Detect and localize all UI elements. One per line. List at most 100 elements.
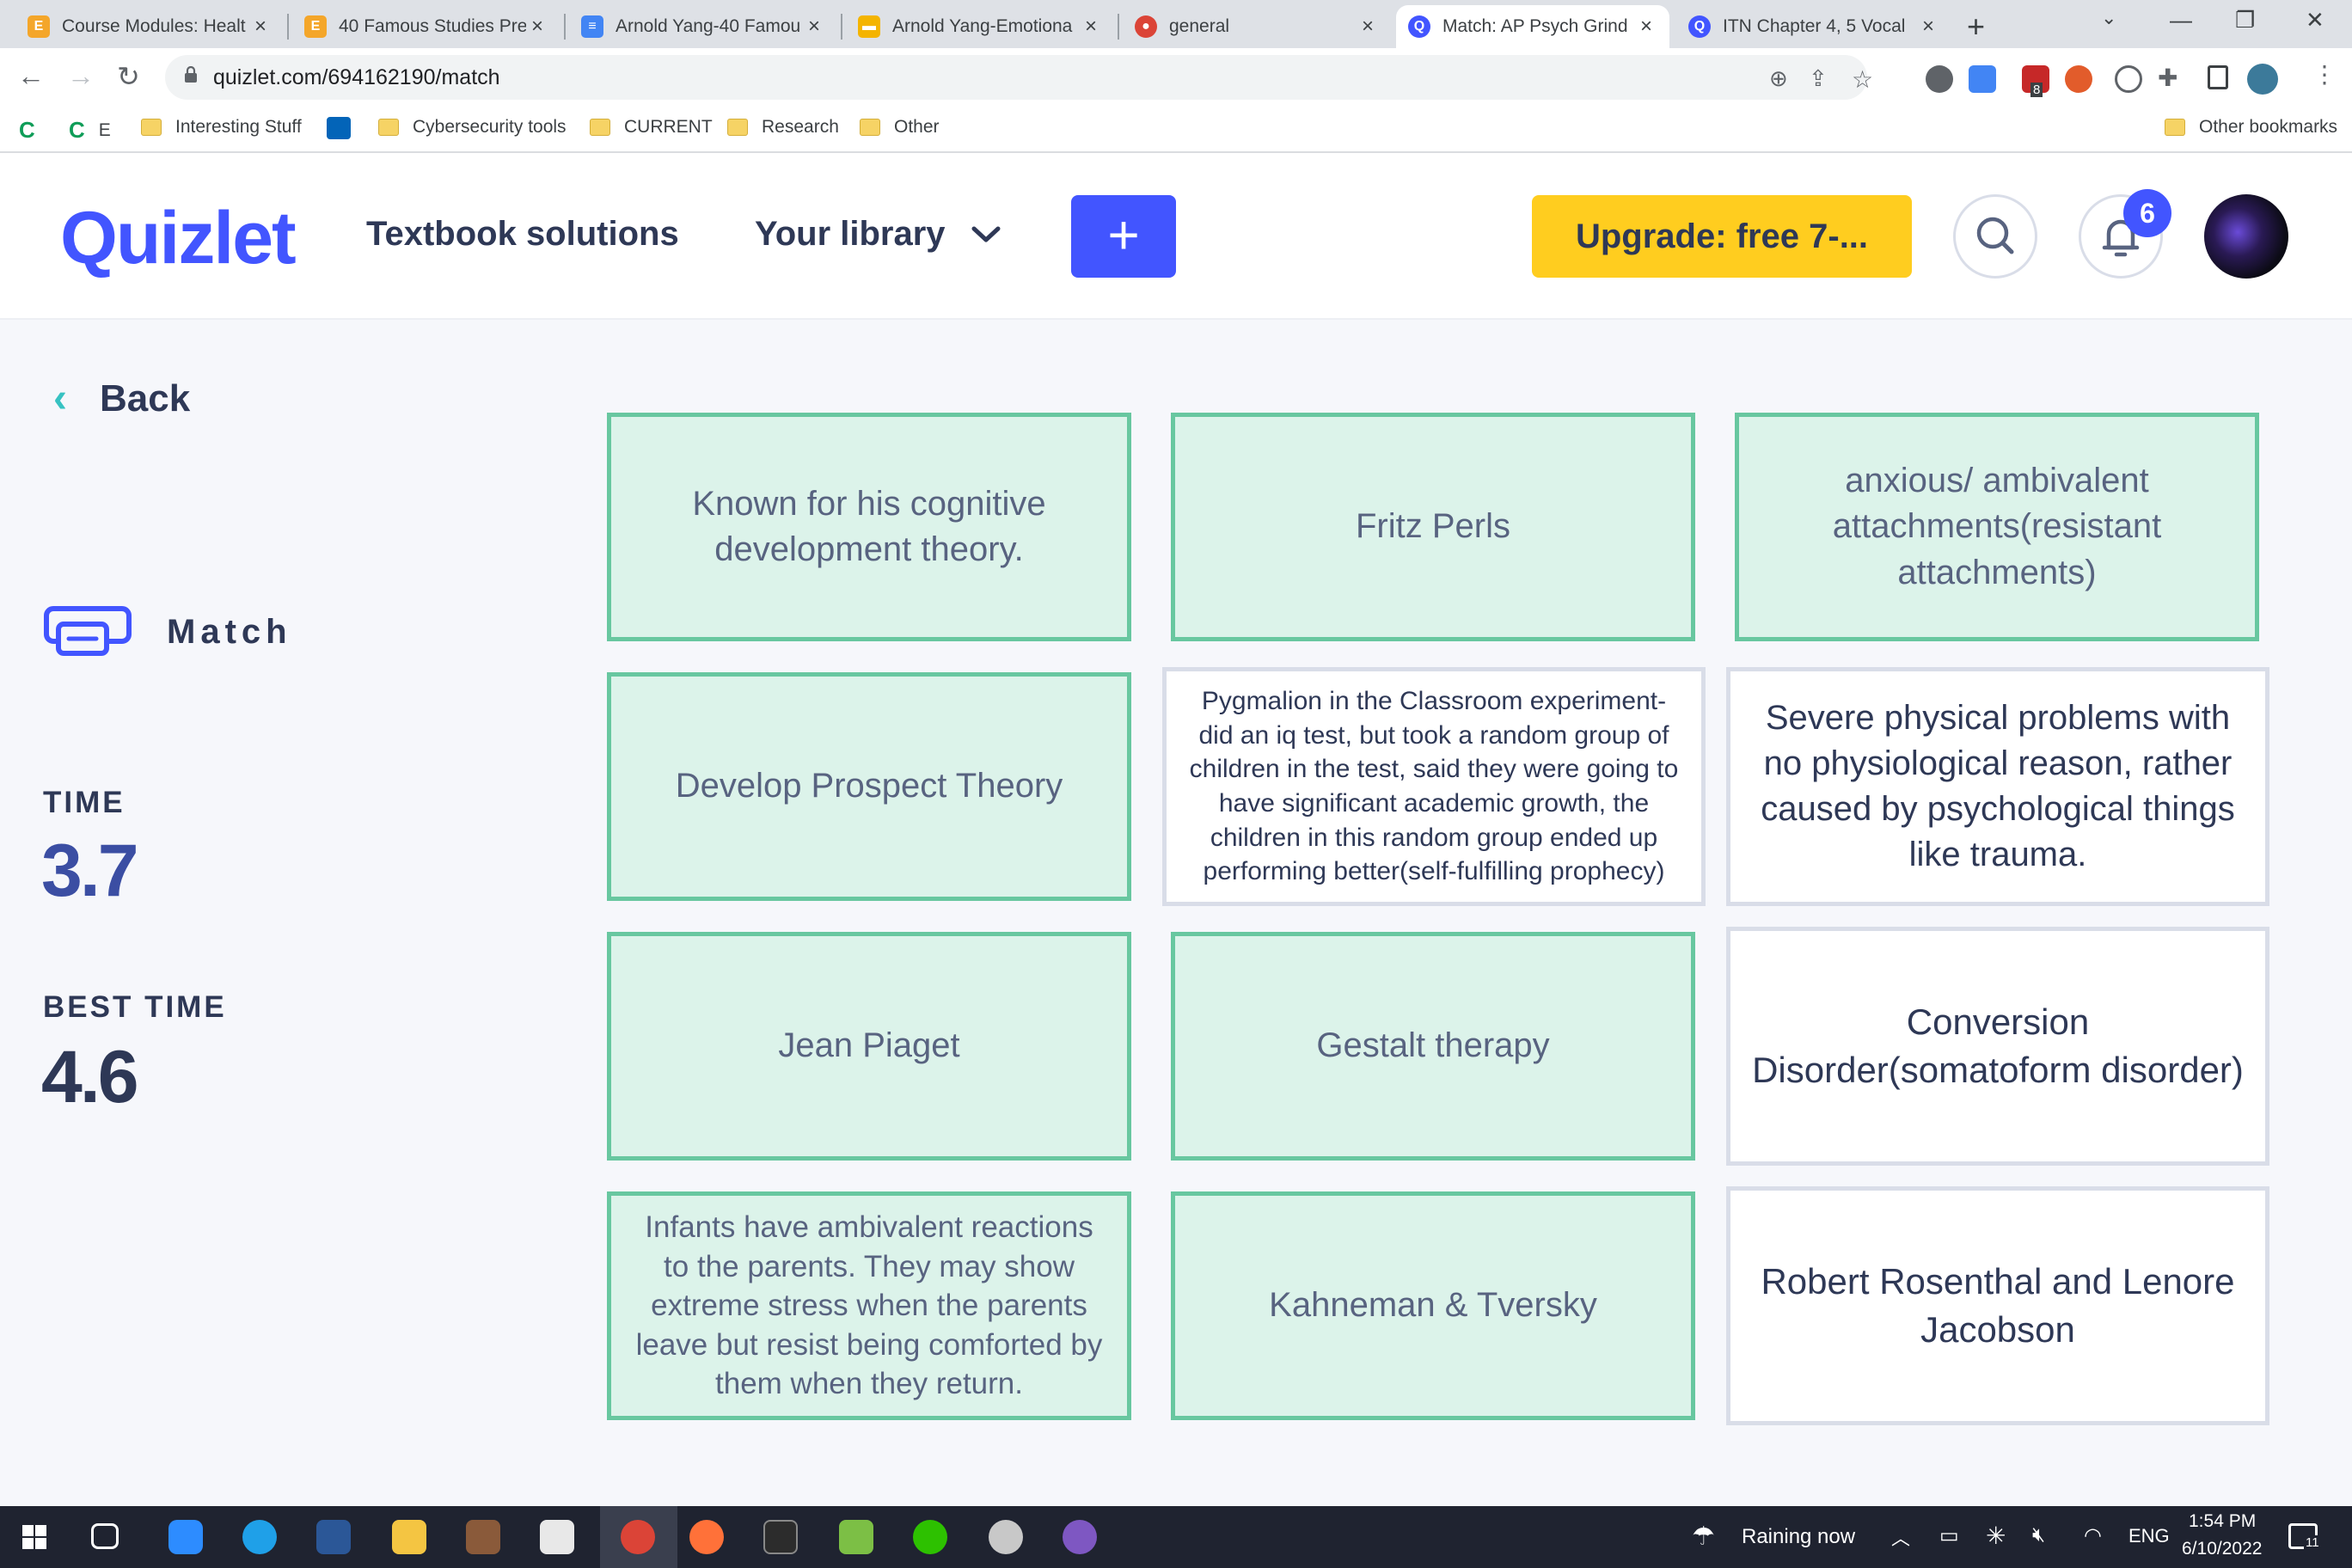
match-card[interactable]: Severe physical problems with no physiol… — [1726, 667, 2269, 906]
match-card[interactable]: Develop Prospect Theory — [607, 672, 1131, 901]
bookmark-item[interactable]: C E — [69, 117, 111, 144]
close-tab-icon[interactable]: × — [249, 15, 272, 39]
tab-search-chevron-icon[interactable]: ⌄ — [2101, 7, 2116, 29]
close-tab-icon[interactable]: × — [526, 15, 548, 39]
bookmark-label: CURRENT — [624, 117, 713, 137]
match-card[interactable]: anxious/ ambivalent attachments(resistan… — [1735, 413, 2259, 641]
user-avatar[interactable] — [2204, 194, 2288, 279]
match-card[interactable]: Jean Piaget — [607, 932, 1131, 1161]
quizlet-logo[interactable]: Quizlet — [60, 196, 297, 281]
close-tab-icon[interactable]: × — [1080, 15, 1102, 39]
browser-tab[interactable]: E Course Modules: Healt × — [15, 5, 284, 48]
back-arrow-icon[interactable]: ← — [17, 60, 45, 92]
close-tab-icon[interactable]: × — [1917, 15, 1939, 39]
wifi-icon[interactable]: ◠ — [2084, 1523, 2102, 1548]
translate-extension-icon[interactable] — [1969, 65, 1996, 93]
app-icon[interactable] — [1063, 1520, 1097, 1554]
close-window-icon[interactable]: ✕ — [2306, 7, 2324, 34]
browser-tab[interactable]: Q ITN Chapter 4, 5 Vocal × — [1676, 5, 1951, 48]
match-card[interactable]: Fritz Perls — [1171, 413, 1695, 641]
share-icon[interactable]: ⇪ — [1809, 65, 1828, 92]
reload-icon[interactable]: ↻ — [117, 60, 140, 93]
close-tab-icon[interactable]: × — [1357, 15, 1379, 39]
firefox-icon[interactable] — [689, 1520, 724, 1554]
browser-tab[interactable]: ● general × — [1123, 5, 1391, 48]
app-icon[interactable] — [540, 1520, 574, 1554]
file-explorer-icon[interactable] — [392, 1520, 426, 1554]
bookmark-item[interactable] — [327, 117, 351, 139]
clock-date[interactable]: 6/10/2022 — [2182, 1539, 2262, 1559]
bookmark-folder[interactable]: Cybersecurity tools — [378, 117, 567, 138]
windows-start-icon[interactable] — [22, 1525, 46, 1549]
match-card[interactable]: Conversion Disorder(somatoform disorder) — [1726, 927, 2269, 1166]
textbook-solutions-link[interactable]: Textbook solutions — [366, 215, 679, 254]
word-icon[interactable] — [316, 1520, 351, 1554]
app-icon[interactable] — [466, 1520, 500, 1554]
create-button[interactable]: + — [1071, 195, 1176, 278]
edge-browser-icon[interactable] — [242, 1520, 277, 1554]
back-button[interactable]: ‹ Back — [53, 375, 190, 422]
match-card[interactable]: Pygmalion in the Classroom experiment- d… — [1162, 667, 1706, 906]
match-card[interactable]: Gestalt therapy — [1171, 932, 1695, 1161]
extension-icon[interactable] — [2115, 65, 2142, 93]
new-tab-icon[interactable]: + — [1967, 9, 1985, 45]
bookmark-folder[interactable]: Other — [860, 117, 940, 138]
match-card[interactable]: Known for his cognitive development theo… — [607, 413, 1131, 641]
bookmark-label: Research — [762, 117, 839, 137]
address-bar[interactable]: quizlet.com/694162190/match ⊕ ⇪ ☆ — [165, 55, 1873, 100]
folder-icon — [860, 119, 880, 136]
your-library-label: Your library — [755, 215, 946, 253]
bookmark-folder[interactable]: CURRENT — [590, 117, 713, 138]
match-card[interactable]: Infants have ambivalent reactions to the… — [607, 1191, 1131, 1420]
profile-avatar-icon[interactable] — [2247, 64, 2278, 95]
close-tab-icon[interactable]: × — [1635, 15, 1657, 39]
menu-dots-icon[interactable]: ⋮ — [2312, 60, 2337, 89]
volume-muted-icon[interactable]: 🔇︎ — [2032, 1523, 2045, 1547]
tab-title: Arnold Yang-40 Famou — [616, 16, 801, 36]
battery-icon[interactable]: ▭ — [1939, 1523, 1959, 1548]
forward-arrow-icon[interactable]: → — [67, 60, 95, 92]
app-icon[interactable] — [839, 1520, 873, 1554]
match-card[interactable]: Kahneman & Tversky — [1171, 1191, 1695, 1420]
browser-tab-active[interactable]: Q Match: AP Psych Grind × — [1396, 5, 1669, 48]
extension-icon[interactable] — [2065, 65, 2092, 93]
bookmark-item[interactable]: C — [19, 117, 35, 144]
weather-text[interactable]: Raining now — [1742, 1525, 1855, 1549]
extension-icon[interactable] — [1926, 65, 1953, 93]
clock-time[interactable]: 1:54 PM — [2189, 1511, 2256, 1532]
mode-label: Match — [167, 612, 292, 651]
search-button[interactable] — [1953, 194, 2037, 279]
folder-icon — [727, 119, 748, 136]
chevron-up-icon[interactable]: ︿ — [1891, 1523, 1910, 1551]
close-tab-icon[interactable]: × — [803, 15, 825, 39]
restore-window-icon[interactable]: ❐ — [2235, 7, 2255, 34]
terminal-icon[interactable] — [763, 1520, 798, 1554]
bookmark-star-icon[interactable]: ☆ — [1852, 65, 1873, 94]
bookmark-folder[interactable]: Interesting Stuff — [141, 117, 302, 138]
zoom-icon[interactable]: ⊕ — [1769, 65, 1788, 92]
app-icon[interactable] — [989, 1520, 1023, 1554]
bookmark-folder[interactable]: Research — [727, 117, 839, 138]
upgrade-button[interactable]: Upgrade: free 7-... — [1532, 195, 1912, 278]
your-library-dropdown[interactable]: Your library — [755, 215, 1001, 254]
bookmark-label: E — [98, 119, 111, 140]
wechat-icon[interactable] — [913, 1520, 947, 1554]
weather-icon[interactable]: ☂ — [1692, 1522, 1715, 1552]
active-taskbar-item[interactable] — [600, 1506, 677, 1568]
side-panel-icon[interactable] — [2208, 65, 2228, 89]
browser-tab[interactable]: ≡ Arnold Yang-40 Famou × — [569, 5, 837, 48]
browser-tab[interactable]: E 40 Famous Studies Pre × — [292, 5, 560, 48]
bookmark-label: Other — [894, 117, 940, 137]
match-card[interactable]: Robert Rosenthal and Lenore Jacobson — [1726, 1186, 2269, 1425]
brightness-icon[interactable]: ✳ — [1986, 1522, 2006, 1550]
task-view-icon[interactable] — [91, 1523, 119, 1549]
folder-icon — [378, 119, 399, 136]
folder-icon — [141, 119, 162, 136]
minimize-window-icon[interactable]: — — [2170, 7, 2192, 34]
notification-center-count: 11 — [2304, 1535, 2321, 1550]
puzzle-extensions-icon[interactable]: ✚ — [2158, 64, 2177, 92]
zoom-app-icon[interactable] — [168, 1520, 203, 1554]
other-bookmarks-folder[interactable]: Other bookmarks — [2165, 117, 2337, 138]
language-indicator[interactable]: ENG — [2128, 1525, 2170, 1547]
browser-tab[interactable]: ▬ Arnold Yang-Emotiona × — [846, 5, 1114, 48]
